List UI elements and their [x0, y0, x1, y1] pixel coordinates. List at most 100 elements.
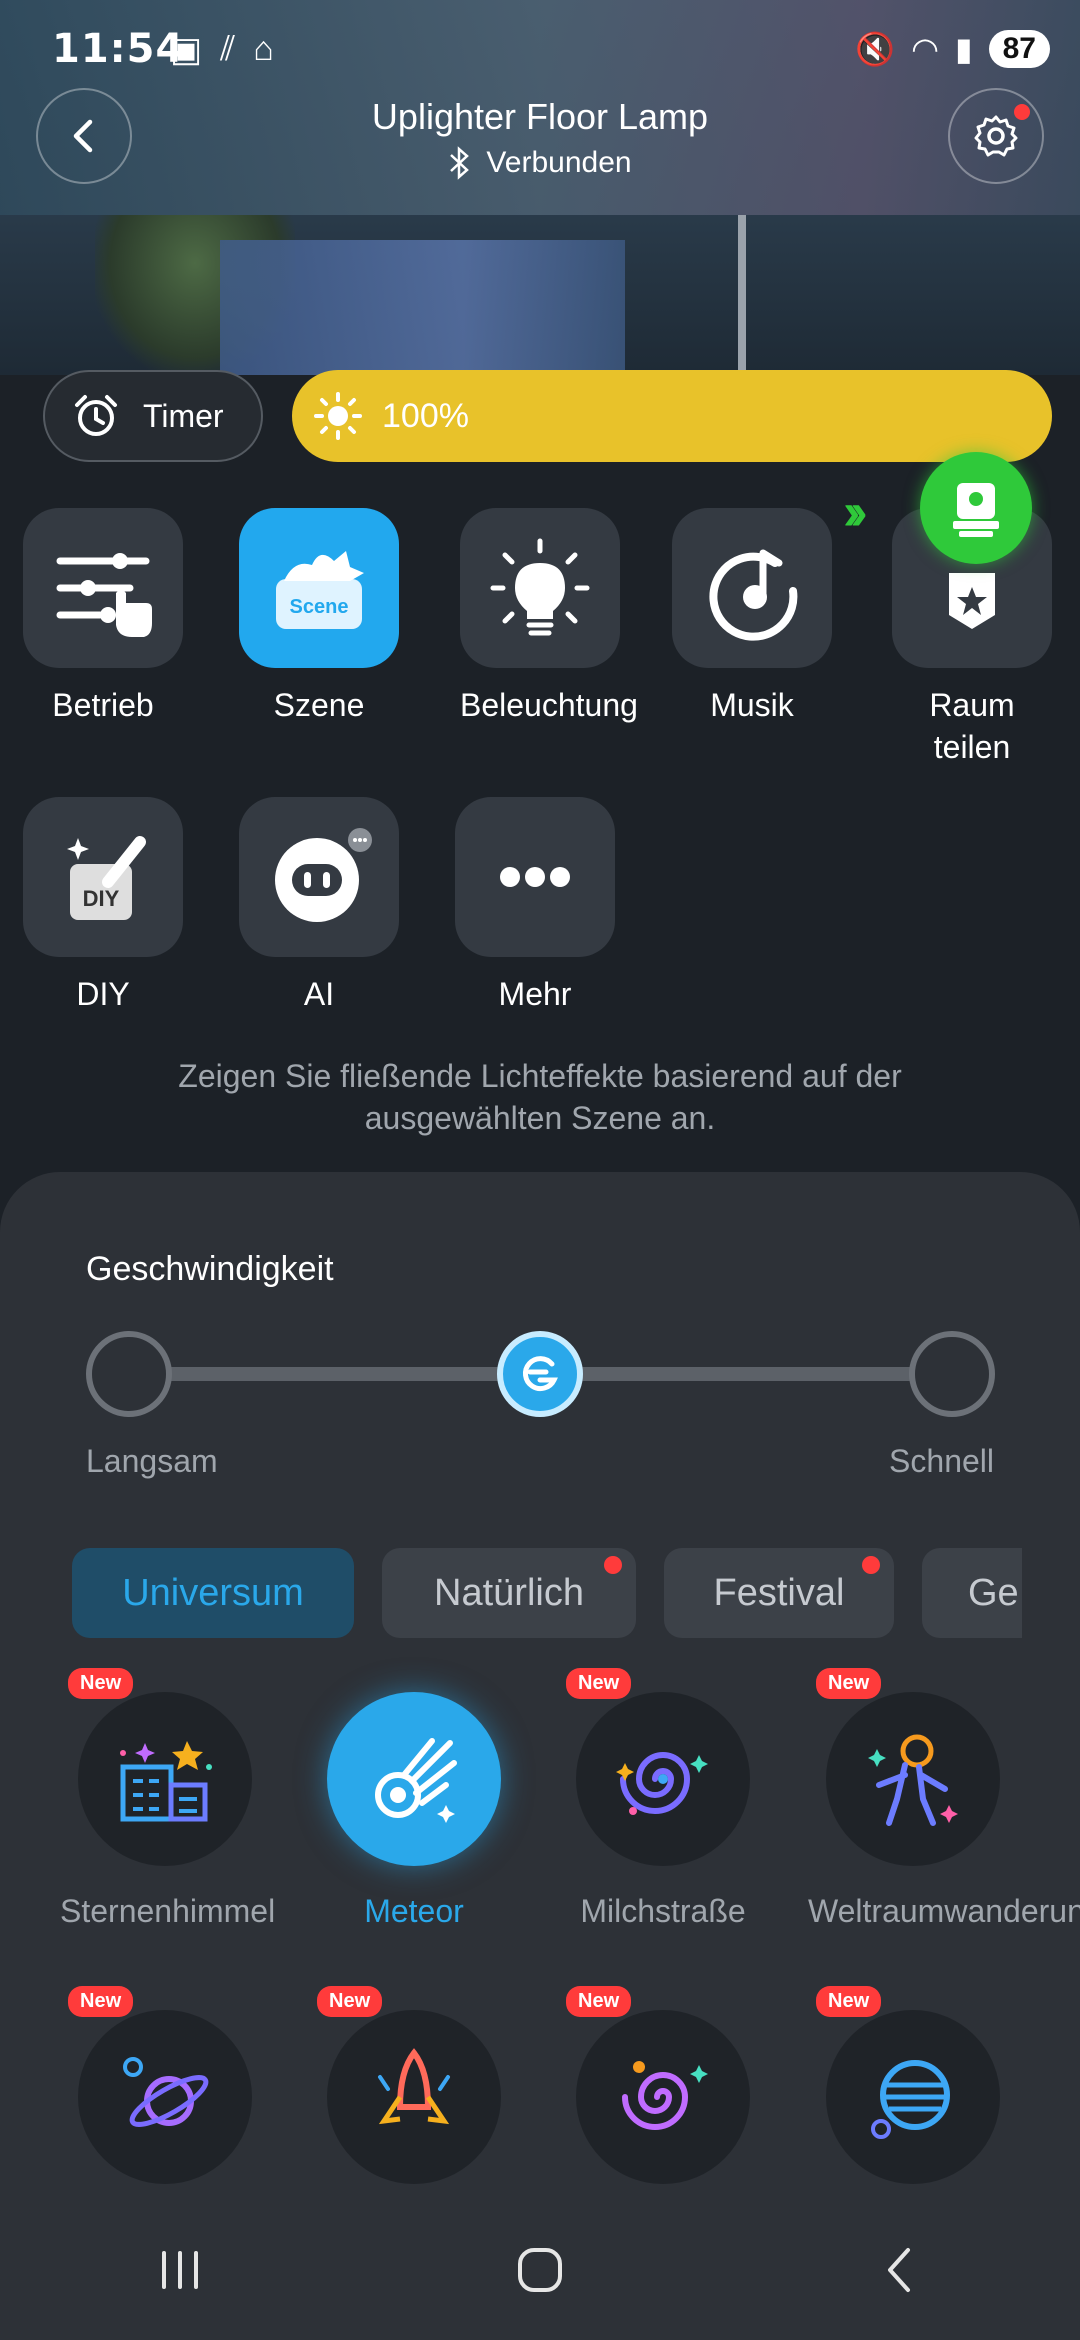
gear-icon: [974, 115, 1018, 157]
scene-weltraumwanderung[interactable]: New Weltraumwanderung: [808, 1668, 1080, 1932]
scene-circle: New: [566, 1986, 750, 2184]
window-image: [220, 240, 625, 375]
function-label: DIY: [76, 976, 130, 1012]
function-betrieb[interactable]: Betrieb: [23, 508, 183, 726]
back-nav-icon[interactable]: [870, 2240, 930, 2300]
speed-slow-label: Langsam: [86, 1443, 218, 1479]
status-right-icons: 🔇 ◠ ▮ 87: [855, 30, 1050, 68]
tab-universum[interactable]: Universum: [72, 1548, 354, 1638]
function-label: Szene: [273, 687, 365, 723]
function-label: Raum teilen: [929, 687, 1015, 765]
status-time: 11:54: [52, 26, 185, 72]
device-icon: [953, 483, 999, 537]
scene-meteor[interactable]: Meteor: [309, 1692, 519, 1932]
betrieb-tile: [23, 508, 183, 668]
scene-label: Meteor: [364, 1893, 464, 1929]
function-diy[interactable]: DIY DIY: [23, 797, 183, 1015]
scene-sternenhimmel[interactable]: New Sternenhimmel: [60, 1668, 276, 1932]
speed-stop-fast[interactable]: [909, 1331, 995, 1417]
scene-milchstrasse[interactable]: New Milchstraße: [558, 1668, 768, 1932]
galaxy-icon: [616, 1752, 708, 1815]
mehr-tile: [455, 797, 615, 957]
scene-circle: New: [68, 1986, 252, 2184]
settings-button[interactable]: [948, 88, 1044, 184]
gas-giant-icon: [871, 2060, 950, 2139]
astronaut-icon: [868, 1734, 958, 1826]
function-beleuchtung[interactable]: Beleuchtung: [460, 508, 638, 726]
speed-handle-icon: [523, 1356, 558, 1392]
notification-dot: [1014, 104, 1030, 120]
floating-device-button[interactable]: [920, 452, 1032, 564]
tab-label: Natürlich: [434, 1571, 584, 1614]
function-szene[interactable]: Scene Szene: [239, 508, 399, 726]
musik-tile: [672, 508, 832, 668]
meteor-icon: [375, 1738, 457, 1823]
tab-label: Universum: [122, 1571, 304, 1614]
scene-circle: New: [816, 1986, 1000, 2184]
sliders-hand-icon: [56, 553, 152, 637]
scene-circle: New: [317, 1986, 501, 2184]
brightness-slider[interactable]: 100%: [292, 370, 1052, 462]
screenshot-icon: ▣: [170, 31, 203, 69]
scene-tile-text: Scene: [290, 596, 349, 618]
starry-city-icon: [120, 1741, 212, 1822]
connection-label: Verbunden: [486, 146, 632, 179]
status-left-icons: ▣ ⫽ ⌂: [170, 30, 274, 70]
speed-stop-slow[interactable]: [86, 1331, 172, 1417]
function-musik[interactable]: Musik: [672, 508, 832, 726]
speed-slider-handle[interactable]: [497, 1331, 583, 1417]
new-badge: New: [68, 1986, 134, 2017]
diy-tile-text: DIY: [83, 886, 120, 911]
brightness-value: 100%: [382, 396, 469, 435]
signal-slash-icon: ⫽: [220, 30, 236, 68]
function-mehr[interactable]: Mehr: [455, 797, 615, 1015]
spiral-galaxy-icon: [622, 2061, 708, 2130]
scene-gas-giant[interactable]: New: [808, 1986, 1018, 2208]
function-label: Mehr: [498, 976, 572, 1012]
function-label: Betrieb: [52, 687, 154, 723]
scene-planet[interactable]: New: [60, 1986, 270, 2208]
tab-festival[interactable]: Festival: [664, 1548, 894, 1638]
home-icon: ⌂: [253, 30, 274, 68]
home-button-icon[interactable]: [510, 2240, 570, 2300]
scene-description: Zeigen Sie fließende Lichteffekte basier…: [178, 1058, 902, 1136]
mute-icon: 🔇: [855, 31, 896, 67]
cell-signal-icon: ▮: [955, 31, 973, 67]
scene-circle-selected: [327, 1692, 501, 1866]
music-note-icon: [709, 549, 798, 641]
function-label: AI: [303, 976, 335, 1012]
timer-button[interactable]: Timer: [43, 370, 263, 462]
tab-partial[interactable]: Ge: [922, 1548, 1022, 1638]
wifi-icon: ◠: [911, 31, 940, 67]
new-badge: New: [816, 1668, 882, 1699]
ai-robot-icon: [275, 828, 372, 922]
tab-natuerlich[interactable]: Natürlich: [382, 1548, 636, 1638]
page-title: Uplighter Floor Lamp: [371, 96, 709, 137]
tab-label: Ge: [968, 1571, 1019, 1614]
rocket-icon: [378, 2048, 450, 2125]
more-dots-icon: [500, 867, 570, 887]
speed-fast-label: Schnell: [889, 1443, 994, 1479]
notification-dot: [862, 1556, 880, 1574]
speed-title: Geschwindigkeit: [86, 1250, 334, 1288]
connection-status: Verbunden: [0, 146, 1080, 180]
new-badge: New: [816, 1986, 882, 2017]
diy-icon: DIY: [67, 836, 146, 920]
planet-ring-icon: [123, 2057, 209, 2127]
scene-label: Weltraumwanderung: [808, 1893, 1080, 1929]
new-badge: New: [566, 1986, 632, 2017]
recents-icon[interactable]: [150, 2245, 210, 2295]
status-bar: 11:54 ▣ ⫽ ⌂ 🔇 ◠ ▮ 87: [0, 0, 1080, 100]
lamp-pole-image: [738, 215, 746, 375]
lightbulb-icon: [490, 538, 590, 636]
notification-dot: [604, 1556, 622, 1574]
function-ai[interactable]: AI: [239, 797, 399, 1015]
new-badge: New: [566, 1668, 632, 1699]
scene-label: Sternenhimmel: [60, 1893, 276, 1929]
tab-label: Festival: [713, 1571, 845, 1614]
scene-spiral[interactable]: New: [558, 1986, 768, 2208]
scene-circle: New: [566, 1668, 750, 1866]
bluetooth-icon: [450, 146, 470, 180]
battery-indicator: 87: [988, 30, 1050, 68]
scene-rocket[interactable]: New: [309, 1986, 519, 2208]
